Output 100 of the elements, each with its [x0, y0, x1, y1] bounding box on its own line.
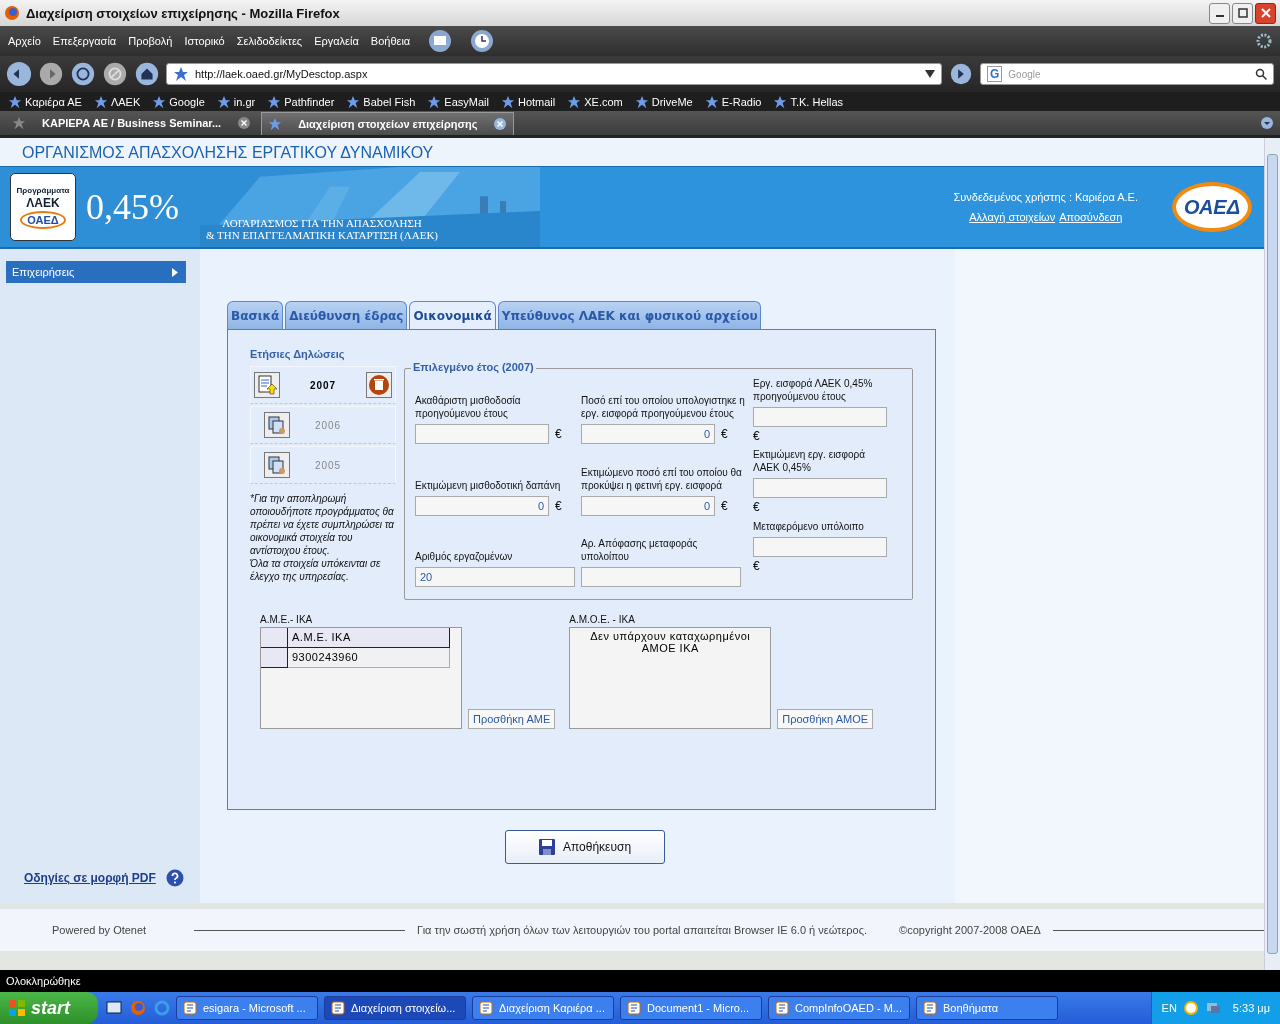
bookmark-link[interactable]: Hotmail	[500, 94, 556, 109]
search-field[interactable]: G Google	[980, 63, 1274, 85]
taskbar-button[interactable]: Διαχείριση στοιχείω...	[324, 996, 466, 1020]
powered-by-text: Powered by Otenet	[52, 924, 148, 936]
bookmark-link[interactable]: DriveMe	[634, 94, 693, 109]
bookmark-link[interactable]: XE.com	[567, 94, 623, 109]
address-field[interactable]: http://laek.oaed.gr/MyDesctop.aspx	[166, 63, 942, 85]
close-icon[interactable]	[493, 116, 508, 131]
field-label: Αριθμός εργαζομένων	[415, 550, 514, 563]
star-icon	[268, 116, 283, 131]
copy-document-icon[interactable]	[264, 452, 290, 478]
menu-item[interactable]: Προβολή	[128, 35, 173, 47]
taskbar-button[interactable]: CompInfoOAED - M...	[768, 996, 910, 1020]
tab-list-icon[interactable]	[1260, 116, 1274, 130]
screen-icon[interactable]	[428, 29, 453, 53]
star-icon	[704, 94, 719, 109]
star-icon	[93, 94, 108, 109]
bookmark-link[interactable]: in.gr	[216, 94, 256, 109]
taskbar-button[interactable]: Document1 - Micro...	[620, 996, 762, 1020]
input-field[interactable]: 0	[581, 495, 715, 516]
bookmark-link[interactable]: Google	[152, 94, 205, 109]
menu-item[interactable]: Αρχείο	[8, 35, 41, 47]
section-title: Α.Μ.Ε.- ΙΚΑ	[260, 614, 314, 625]
maximize-button[interactable]	[1232, 2, 1253, 24]
star-icon	[152, 94, 167, 109]
form-tab[interactable]: Οικονομικά	[409, 301, 496, 329]
input-field[interactable]: 0	[581, 424, 715, 445]
help-icon[interactable]	[165, 869, 184, 887]
bookmark-link[interactable]: EasyMail	[427, 94, 489, 109]
browser-tab[interactable]: ΚΑΡΙΕΡΑ ΑΕ / Business Seminar...	[6, 112, 258, 134]
taskbar-button[interactable]: Διαχείριση Καριέρα ...	[472, 996, 614, 1020]
bookmark-link[interactable]: Καριέρα ΑΕ	[8, 94, 82, 109]
star-icon	[500, 94, 515, 109]
menu-item[interactable]: Σελιδοδείκτες	[236, 35, 303, 47]
input-field[interactable]	[581, 567, 741, 587]
window-title: Διαχείριση στοιχείων επιχείρησης - Mozilla Firefox	[26, 5, 340, 21]
input-field[interactable]	[753, 407, 887, 427]
close-button[interactable]	[1255, 2, 1276, 24]
year-label: 2007	[308, 379, 338, 391]
search-icon[interactable]	[1255, 68, 1267, 80]
add-button[interactable]: Προσθήκη ΑΜΕ	[468, 709, 556, 729]
menu-item[interactable]: Ιστορικό	[184, 35, 225, 47]
close-icon[interactable]	[237, 116, 252, 130]
input-field[interactable]: 20	[415, 567, 575, 587]
status-text: Ολοκληρώθηκε	[6, 975, 81, 987]
add-button[interactable]: Προσθήκη ΑΜΟΕ	[777, 709, 874, 729]
input-field[interactable]	[753, 536, 887, 557]
currency-symbol: €	[753, 429, 760, 443]
input-field[interactable]	[415, 424, 549, 445]
document-upload-icon[interactable]	[254, 372, 280, 398]
copyright-text: ©copyright 2007-2008 ΟΑΕΔ	[899, 924, 1041, 936]
star-icon[interactable]	[173, 66, 189, 82]
star-icon	[267, 94, 282, 109]
copy-document-icon[interactable]	[264, 412, 290, 438]
browser-tab[interactable]: Διαχείριση στοιχείων επιχείρησης	[261, 111, 515, 135]
maximize-icon	[1237, 8, 1248, 18]
back-icon[interactable]	[6, 61, 32, 87]
taskbar-button[interactable]: Βοηθήματα	[916, 996, 1058, 1020]
gear-icon[interactable]	[1256, 33, 1272, 49]
row-selector[interactable]	[261, 628, 288, 648]
menu-item[interactable]: Εργαλεία	[314, 35, 359, 47]
scrollbar[interactable]	[1264, 138, 1280, 970]
star-icon	[12, 116, 26, 130]
row-selector[interactable]	[261, 648, 288, 668]
currency-symbol: €	[555, 427, 562, 442]
star-icon	[567, 94, 582, 109]
menu-item[interactable]: Βοήθεια	[370, 35, 411, 47]
bookmark-link[interactable]: Pathfinder	[267, 94, 335, 109]
trash-icon[interactable]	[366, 372, 392, 398]
currency-symbol: €	[753, 558, 760, 573]
clock-icon[interactable]	[470, 29, 495, 53]
stop-icon[interactable]	[102, 61, 128, 87]
form-tab[interactable]: Υπεύθυνος ΛΑΕΚ και φυσικού αρχείου	[497, 301, 762, 329]
pdf-link[interactable]: Οδηγίες σε μορφή PDF	[24, 871, 156, 885]
search-engine-mark[interactable]: G	[987, 66, 1003, 82]
reload-icon[interactable]	[70, 61, 96, 87]
bookmark-link[interactable]: Babel Fish	[346, 94, 416, 109]
dropdown-icon[interactable]	[925, 70, 935, 78]
form-tab[interactable]: Διεύθυνση έδρας	[285, 301, 408, 329]
form-tab[interactable]: Βασικά	[227, 301, 284, 329]
document-icon	[627, 1001, 641, 1015]
taskbar-button[interactable]: esigara - Microsoft ...	[176, 996, 318, 1020]
windows-flag-icon	[8, 999, 26, 1017]
input-field[interactable]: 0	[415, 495, 549, 516]
star-icon	[427, 94, 442, 109]
forward-icon[interactable]	[38, 61, 64, 87]
bookmark-link[interactable]: T.K. Hellas	[773, 94, 844, 109]
home-icon[interactable]	[134, 61, 160, 87]
year-row[interactable]: 2007	[250, 366, 396, 404]
bookmark-link[interactable]: ΛΑΕΚ	[93, 94, 141, 109]
go-icon[interactable]	[948, 61, 974, 87]
column-header: Α.Μ.Ε. ΙΚΑ	[288, 628, 450, 648]
desktop-icon[interactable]	[106, 1000, 122, 1016]
sidebar-item[interactable]: Επιχειρήσεις	[6, 261, 186, 283]
bookmark-link[interactable]: E-Radio	[704, 94, 762, 109]
empty-message: Δεν υπάρχουν καταχωρημένοι ΑΜΟΕ ΙΚΑ	[589, 629, 752, 656]
save-button[interactable]: Αποθήκευση	[505, 830, 665, 864]
input-field[interactable]	[753, 478, 887, 499]
menu-item[interactable]: Επεξεργασία	[52, 35, 117, 47]
minimize-button[interactable]	[1209, 2, 1230, 24]
